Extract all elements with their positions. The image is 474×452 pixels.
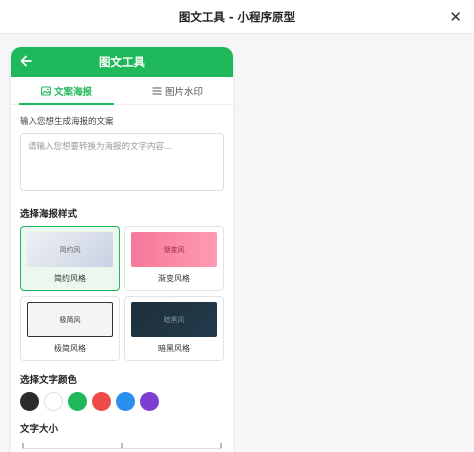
slider-tick <box>121 443 123 448</box>
color-swatch-purple[interactable] <box>140 392 159 411</box>
style-name: 暗黑风格 <box>158 344 190 353</box>
window-title: 图文工具 - 小程序原型 <box>178 9 296 24</box>
copy-textarea[interactable]: 请输入您想要转换为海报的文字内容... <box>20 133 224 191</box>
window-titlebar: 图文工具 - 小程序原型 ✕ <box>0 0 474 34</box>
slider-track <box>22 448 222 449</box>
app-title: 图文工具 <box>99 55 145 69</box>
slider-tick <box>22 443 24 448</box>
color-swatch-red[interactable] <box>92 392 111 411</box>
style-card-gradient[interactable]: 渐变风 渐变风格 <box>124 226 224 291</box>
color-swatch-white[interactable] <box>44 392 63 411</box>
style-card-minimal[interactable]: 极简风 极简风格 <box>20 296 120 361</box>
slider-tick <box>220 443 222 448</box>
color-swatch-black[interactable] <box>20 392 39 411</box>
color-swatch-blue[interactable] <box>116 392 135 411</box>
input-label: 输入您想生成海报的文案 <box>20 117 114 127</box>
tab-label: 图片水印 <box>164 86 203 98</box>
style-preview: 简约风 <box>27 232 113 267</box>
style-grid: 简约风 简约风格 渐变风 渐变风格 极简风 极简风格 暗黑风 暗黑风格 <box>20 226 224 361</box>
style-name: 渐变风格 <box>158 274 190 283</box>
style-preview: 渐变风 <box>131 232 217 267</box>
color-picker <box>20 392 224 411</box>
style-card-dark[interactable]: 暗黑风 暗黑风格 <box>124 296 224 361</box>
style-preview: 极简风 <box>27 302 113 337</box>
style-name: 极简风格 <box>54 344 86 353</box>
color-swatch-green[interactable] <box>68 392 87 411</box>
image-icon <box>41 85 51 96</box>
tab-image-watermark[interactable]: 图片水印 <box>122 77 233 104</box>
close-icon[interactable]: ✕ <box>449 8 462 26</box>
style-name: 简约风格 <box>54 274 86 283</box>
list-icon <box>152 86 162 95</box>
font-size-slider[interactable] <box>20 443 224 452</box>
tab-label: 文案海报 <box>53 86 92 98</box>
tab-bar: 文案海报 图片水印 <box>11 77 233 105</box>
app-header: 图文工具 <box>11 47 233 77</box>
form-body: 输入您想生成海报的文案 请输入您想要转换为海报的文字内容... 选择海报样式 简… <box>11 105 233 452</box>
color-section-title: 选择文字颜色 <box>20 375 78 386</box>
phone-frame: 图文工具 文案海报 图片水印 输入您想生成海报的文案 请输入您想要转换为海报的文… <box>11 47 233 452</box>
style-card-simple[interactable]: 简约风 简约风格 <box>20 226 120 291</box>
back-arrow-icon[interactable] <box>19 54 33 68</box>
tab-copy-poster[interactable]: 文案海报 <box>11 77 122 105</box>
style-section-title: 选择海报样式 <box>20 209 78 220</box>
style-preview: 暗黑风 <box>131 302 217 337</box>
size-section-title: 文字大小 <box>20 424 59 435</box>
